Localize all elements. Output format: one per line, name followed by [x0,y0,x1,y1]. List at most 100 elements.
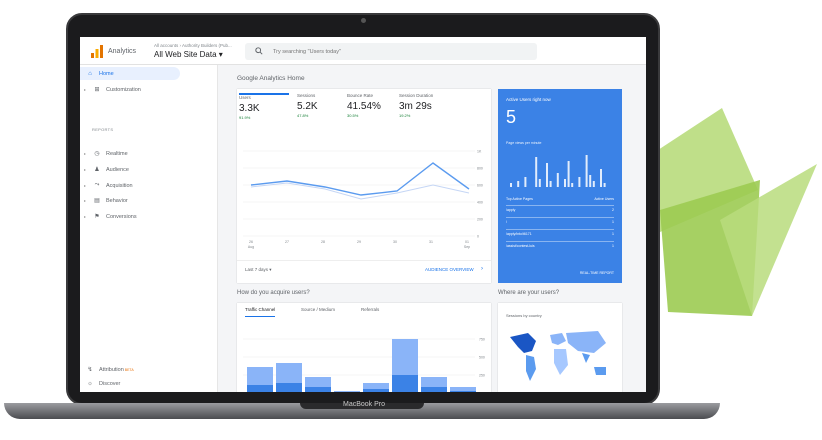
sidebar-item-behavior[interactable]: ▸ ▤ Behavior [84,194,180,207]
metric-label: Sessions [297,93,316,98]
metric-sessions[interactable]: Sessions 5.2K 47.8% [297,93,347,118]
acquisition-bar [334,391,360,392]
sidebar-item-label: Customization [106,86,141,93]
behavior-icon: ▤ [94,198,100,204]
y-tick-label: 800 [477,167,483,171]
current-period-line [250,182,470,200]
y-tick-label: 0 [477,235,479,239]
metric-bounce-rate[interactable]: Bounce Rate 41.54% 30.5% [347,93,397,118]
sidebar-item-label: Behavior [106,197,128,204]
laptop-brand-label: MacBook Pro [342,401,386,408]
acquisition-bar-segment [421,387,447,392]
acquisition-bar-chart: 750 500 250 [243,338,485,392]
where-section-title: Where are your users? [498,290,560,296]
sidebar-item-audience[interactable]: ▸ ♟ Audience [84,163,180,176]
customization-icon: ⊞ [94,87,100,93]
list-item[interactable]: /apply/into/t6171 1 [506,229,614,239]
x-tick-label: 29 [357,240,361,244]
page-users: 1 [612,244,614,248]
sidebar-item-label: Attribution [99,366,124,373]
expand-caret-icon: ▸ [84,151,87,156]
sidebar-item-label: Acquisition [106,182,133,189]
tab-referrals[interactable]: Referrals [361,307,379,312]
tab-source-medium[interactable]: Source / Medium [301,307,335,312]
realtime-title: Active Users right now [506,97,551,102]
date-range-selector[interactable]: Last 7 days ▾ [245,267,272,273]
realtime-report-link[interactable]: REAL-TIME REPORT [580,271,614,275]
pageview-bar [524,177,527,187]
audience-overview-link[interactable]: AUDIENCE OVERVIEW [425,267,474,272]
page-users: 1 [612,220,614,224]
pageview-bar [510,183,512,187]
app-title: Analytics [108,48,137,55]
x-tick-label: 01 [465,240,469,244]
audience-overview-card: Users 3.3K 91.9% Sessions 5.2K 47.8% Bou… [237,89,491,283]
y-tick-label: 750 [479,338,485,342]
world-map [510,331,606,381]
x-tick-label: 31 [429,240,433,244]
users-line-chart: 1K 800 600 400 200 0 26Aug 27 28 29 30 31 01Sep [243,150,483,249]
y-tick-label: 400 [477,201,483,205]
pageview-bar [567,161,570,187]
sidebar-item-label: Discover [99,380,121,387]
reports-section-label: REPORTS [92,127,114,132]
list-item[interactable]: /apply 2 [506,205,614,215]
page-path: /assist/contest-luis [506,244,535,248]
sidebar-item-discover[interactable]: ☼ Discover [84,377,180,390]
pageview-bar [592,181,595,187]
sidebar-item-realtime[interactable]: ▸ ◷ Realtime [84,147,180,160]
page-users: 2 [612,208,614,212]
expand-caret-icon: ▸ [84,214,87,219]
metric-value: 41.54% [347,101,381,112]
breadcrumb[interactable]: All accounts › Authority Builders (Pub..… [154,43,232,48]
attribution-icon: ↯ [87,367,93,373]
analytics-logo-icon [91,45,103,58]
sidebar-item-conversions[interactable]: ▸ ⚑ Conversions [84,210,180,223]
view-selector[interactable]: All Web Site Data ▾ [154,50,223,59]
sidebar-item-home[interactable]: ⌂ Home [80,67,180,80]
acquisition-bar-segment [363,389,389,392]
metric-value: 5.2K [297,101,318,112]
expand-caret-icon: ▸ [84,198,87,203]
y-tick-label: 250 [479,374,485,378]
metric-label: Session Duration [399,93,434,98]
metric-label: Bounce Rate [347,93,374,98]
webcam [361,18,366,23]
tab-traffic-channel[interactable]: Traffic Channel [245,307,276,317]
clock-icon: ◷ [94,151,100,157]
list-item[interactable]: / 1 [506,217,614,227]
beta-badge: BETA [124,367,134,372]
page-title: Google Analytics Home [237,75,305,82]
metric-session-duration[interactable]: Session Duration 3m 29s 19.2% [399,93,449,118]
acquisition-bar-segment [305,387,331,392]
metric-label: Users [239,95,251,100]
sidebar-item-attribution[interactable]: ↯ Attribution BETA [84,363,180,376]
pageview-bar [564,179,566,187]
sidebar: ⌂ Home ▸ ⊞ Customization REPORTS ▸ ◷ Rea… [80,65,218,392]
chevron-right-icon[interactable]: › [481,266,483,272]
active-users-header: Active Users [594,197,614,201]
sidebar-item-label: Conversions [106,213,137,220]
realtime-card: Active Users right now 5 Page views per … [498,89,622,283]
acquisition-bar-segment [276,383,302,392]
page-path: / [506,220,507,224]
metric-delta: 91.9% [239,115,251,120]
sidebar-item-acquisition[interactable]: ▸ ⤳ Acquisition [84,179,180,192]
search-bar[interactable] [245,43,537,60]
metric-value: 3.3K [239,103,260,114]
x-tick-label: 28 [321,240,325,244]
pageview-bar [585,155,588,187]
page-path: /apply [506,208,516,212]
acquire-section-title: How do you acquire users? [237,290,310,296]
sessions-by-country-label: Sessions by country [506,313,542,318]
top-bar: Analytics All accounts › Authority Build… [80,37,646,65]
search-input[interactable] [271,46,521,57]
metric-delta: 30.5% [347,113,359,118]
pageviews-subtitle: Page views per minute [506,141,542,145]
laptop-screen: Analytics All accounts › Authority Build… [80,37,646,392]
page-path: /apply/into/t6171 [506,232,532,236]
sidebar-item-customization[interactable]: ▸ ⊞ Customization [84,83,180,96]
metric-users[interactable]: Users 3.3K 91.9% [239,93,289,120]
y-tick-label: 600 [477,184,483,188]
list-item[interactable]: /assist/contest-luis 1 [506,241,614,251]
